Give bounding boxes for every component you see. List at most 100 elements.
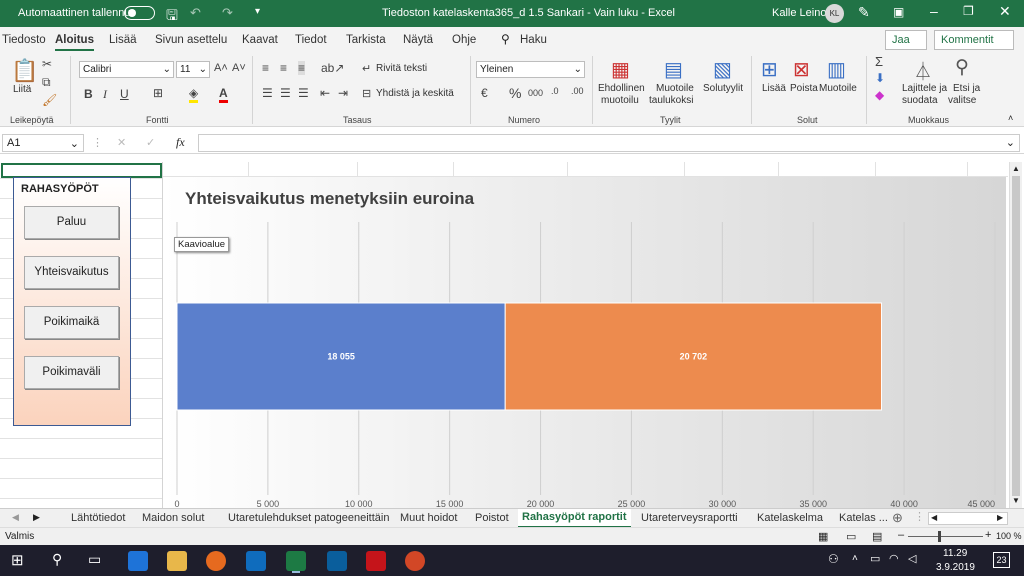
- calving-age-button[interactable]: Poikimaikä: [24, 306, 119, 339]
- enter-icon[interactable]: ✓: [146, 136, 155, 149]
- sheet-tab[interactable]: Katelaskelma: [757, 512, 823, 524]
- clock-date[interactable]: 3.9.2019: [936, 562, 975, 573]
- borders-icon[interactable]: ⊞: [153, 86, 163, 100]
- format-as-table-icon[interactable]: ▤: [664, 57, 683, 82]
- format-painter-icon[interactable]: 🖌: [42, 93, 57, 107]
- tab-review[interactable]: Tarkista: [346, 34, 386, 46]
- search-icon[interactable]: ⚲: [52, 551, 62, 568]
- formula-input[interactable]: ⌄: [198, 134, 1020, 152]
- sort-filter-icon[interactable]: ⏃: [914, 58, 932, 84]
- tray-up-icon[interactable]: ˄: [852, 553, 858, 564]
- vertical-scrollbar[interactable]: ▲ ▼: [1009, 162, 1022, 508]
- chart-area[interactable]: Yhteisvaikutus menetyksiin euroina Kaavi…: [163, 177, 1006, 508]
- page-layout-icon[interactable]: ▭: [846, 530, 856, 543]
- percent-icon[interactable]: %: [509, 85, 521, 101]
- name-box[interactable]: A1 ⌄: [2, 134, 84, 152]
- sheet-tab[interactable]: Maidon solut: [142, 512, 204, 524]
- clock-time[interactable]: 11.29: [943, 548, 967, 559]
- scroll-right-icon[interactable]: ▶: [997, 513, 1003, 522]
- tab-data[interactable]: Tiedot: [295, 34, 327, 46]
- align-middle-icon[interactable]: ≡: [280, 61, 287, 75]
- find-select-label-2[interactable]: valitse: [948, 95, 976, 107]
- cut-icon[interactable]: ✂: [42, 57, 52, 71]
- function-icon[interactable]: fx: [176, 135, 185, 150]
- conditional-formatting-icon[interactable]: ▦: [611, 57, 630, 82]
- insert-cells-icon[interactable]: ⊞: [761, 57, 778, 82]
- selected-cell[interactable]: [1, 163, 162, 178]
- zoom-in-icon[interactable]: +: [985, 529, 991, 541]
- bold-icon[interactable]: B: [84, 87, 93, 101]
- people-icon[interactable]: ⚇: [828, 552, 839, 566]
- tab-insert[interactable]: Lisää: [109, 34, 137, 46]
- sheet-tab[interactable]: Poistot: [475, 512, 509, 524]
- comments-button[interactable]: Kommentit: [934, 30, 1014, 50]
- tab-view[interactable]: Näytä: [403, 34, 433, 46]
- sheet-tab[interactable]: Utaretulehdukset patogeeneittäin: [228, 512, 389, 524]
- wrap-text-button[interactable]: Rivitä teksti: [376, 63, 427, 75]
- prev-sheet-icon[interactable]: ◀: [12, 512, 19, 523]
- conditional-formatting-label-2[interactable]: muotoilu: [601, 95, 639, 107]
- add-sheet-icon[interactable]: ⊕: [892, 510, 903, 526]
- delete-cells-icon[interactable]: ⊠: [793, 57, 810, 82]
- redo-icon[interactable]: ↷: [222, 5, 233, 21]
- cancel-icon[interactable]: ✕: [117, 136, 126, 149]
- increase-decimal-icon[interactable]: .0: [551, 86, 559, 96]
- file-explorer-icon[interactable]: [167, 551, 187, 571]
- align-bottom-icon[interactable]: ≡: [298, 61, 306, 75]
- combined-effect-button[interactable]: Yhteisvaikutus: [24, 256, 119, 289]
- number-format-select[interactable]: Yleinen ⌄: [476, 61, 585, 78]
- tab-help[interactable]: Ohje: [452, 34, 476, 46]
- orientation-icon[interactable]: ab↗: [321, 61, 344, 75]
- avatar[interactable]: KL: [825, 4, 844, 23]
- paste-label[interactable]: Liitä: [13, 84, 31, 96]
- outlook-icon[interactable]: [246, 551, 266, 571]
- sheet-tab-active[interactable]: Rahasyöpöt raportit: [518, 509, 631, 528]
- volume-icon[interactable]: ◁: [908, 552, 916, 565]
- currency-icon[interactable]: €: [481, 86, 488, 100]
- tab-page-layout[interactable]: Sivun asettelu: [155, 34, 227, 46]
- insert-cells-label[interactable]: Lisää: [762, 83, 786, 95]
- powerpoint-icon[interactable]: [405, 551, 425, 571]
- tab-file[interactable]: Tiedosto: [2, 34, 46, 46]
- font-size-select[interactable]: 11 ⌄: [176, 61, 210, 78]
- delete-cells-label[interactable]: Poista: [790, 83, 818, 95]
- align-left-icon[interactable]: ☰: [262, 86, 273, 100]
- font-name-select[interactable]: Calibri ⌄: [79, 61, 174, 78]
- scroll-up-icon[interactable]: ▲: [1012, 164, 1020, 173]
- scroll-down-icon[interactable]: ▼: [1012, 496, 1020, 505]
- undo-icon[interactable]: ↶: [190, 5, 201, 21]
- format-as-table-label-1[interactable]: Muotoile: [656, 83, 694, 95]
- paste-icon[interactable]: 📋: [11, 58, 38, 84]
- italic-icon[interactable]: I: [103, 87, 107, 102]
- sort-filter-label-1[interactable]: Lajittele ja: [902, 83, 947, 95]
- page-break-icon[interactable]: ▤: [872, 530, 882, 543]
- restore-icon[interactable]: ❐: [963, 4, 974, 18]
- fill-icon[interactable]: ⬇: [875, 71, 885, 85]
- normal-view-icon[interactable]: ▦: [818, 530, 828, 543]
- close-icon[interactable]: ✕: [999, 3, 1011, 20]
- sheet-tab[interactable]: Utareterveysraportti: [641, 512, 738, 524]
- align-center-icon[interactable]: ☰: [280, 86, 291, 100]
- underline-icon[interactable]: U: [120, 87, 129, 101]
- excel-icon[interactable]: [286, 551, 306, 571]
- find-select-icon[interactable]: ⚲: [955, 56, 969, 79]
- quick-access-menu-icon[interactable]: ▾: [255, 6, 260, 17]
- sort-filter-label-2[interactable]: suodata: [902, 95, 938, 107]
- save-icon[interactable]: 🖫: [166, 5, 178, 29]
- notifications-badge[interactable]: 23: [993, 552, 1010, 568]
- pen-icon[interactable]: ✎: [858, 4, 870, 21]
- sheet-tab[interactable]: Muut hoidot: [400, 512, 457, 524]
- back-button[interactable]: Paluu: [24, 206, 119, 239]
- format-cells-label[interactable]: Muotoile: [819, 83, 857, 95]
- copy-icon[interactable]: ⧉: [42, 75, 51, 90]
- tab-formulas[interactable]: Kaavat: [242, 34, 278, 46]
- align-right-icon[interactable]: ☰: [298, 86, 309, 100]
- tab-home[interactable]: Aloitus: [55, 34, 94, 51]
- zoom-slider-thumb[interactable]: [938, 531, 941, 542]
- sheet-tab[interactable]: Katelas ...: [839, 512, 888, 524]
- minimize-icon[interactable]: –: [930, 3, 938, 19]
- font-color-icon[interactable]: A: [219, 86, 228, 103]
- merge-center-button[interactable]: Yhdistä ja keskitä: [376, 88, 454, 100]
- collapse-ribbon-icon[interactable]: ˄: [1008, 113, 1013, 123]
- decrease-decimal-icon[interactable]: .00: [571, 86, 584, 96]
